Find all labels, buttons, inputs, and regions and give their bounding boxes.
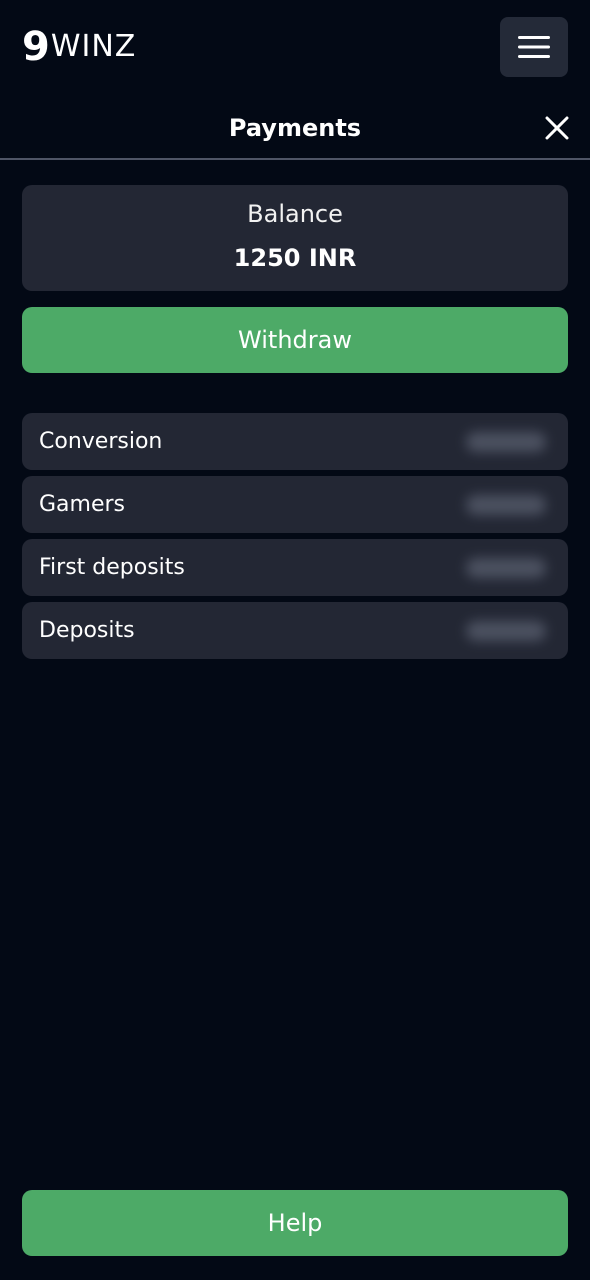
logo-nine: 9 — [22, 24, 50, 70]
payments-screen: 9 WINZ Payments Balance 1250 INR Withdra… — [0, 0, 590, 1280]
stat-row-gamers: Gamers — [22, 476, 568, 533]
withdraw-button[interactable]: Withdraw — [22, 307, 568, 373]
balance-card: Balance 1250 INR — [22, 185, 568, 291]
page-title: Payments — [228, 114, 362, 142]
logo-text: WINZ — [50, 29, 137, 64]
stat-row-deposits: Deposits — [22, 602, 568, 659]
balance-value: 1250 INR — [233, 244, 357, 272]
brand-logo[interactable]: 9 WINZ — [22, 24, 137, 70]
help-button[interactable]: Help — [22, 1190, 568, 1256]
stat-label: Gamers — [39, 492, 126, 517]
stat-label: Deposits — [39, 618, 135, 643]
stat-label: First deposits — [39, 555, 185, 580]
stat-row-conversion: Conversion — [22, 413, 568, 470]
close-button[interactable] — [541, 112, 573, 144]
stat-row-first-deposits: First deposits — [22, 539, 568, 596]
close-icon — [545, 116, 569, 140]
title-divider — [0, 158, 590, 160]
stat-value-blurred — [466, 432, 546, 452]
menu-button[interactable] — [500, 17, 568, 77]
stat-label: Conversion — [39, 429, 163, 454]
stat-value-blurred — [466, 495, 546, 515]
balance-label: Balance — [247, 200, 343, 228]
stat-value-blurred — [466, 558, 546, 578]
stat-value-blurred — [466, 621, 546, 641]
hamburger-icon — [518, 36, 550, 58]
